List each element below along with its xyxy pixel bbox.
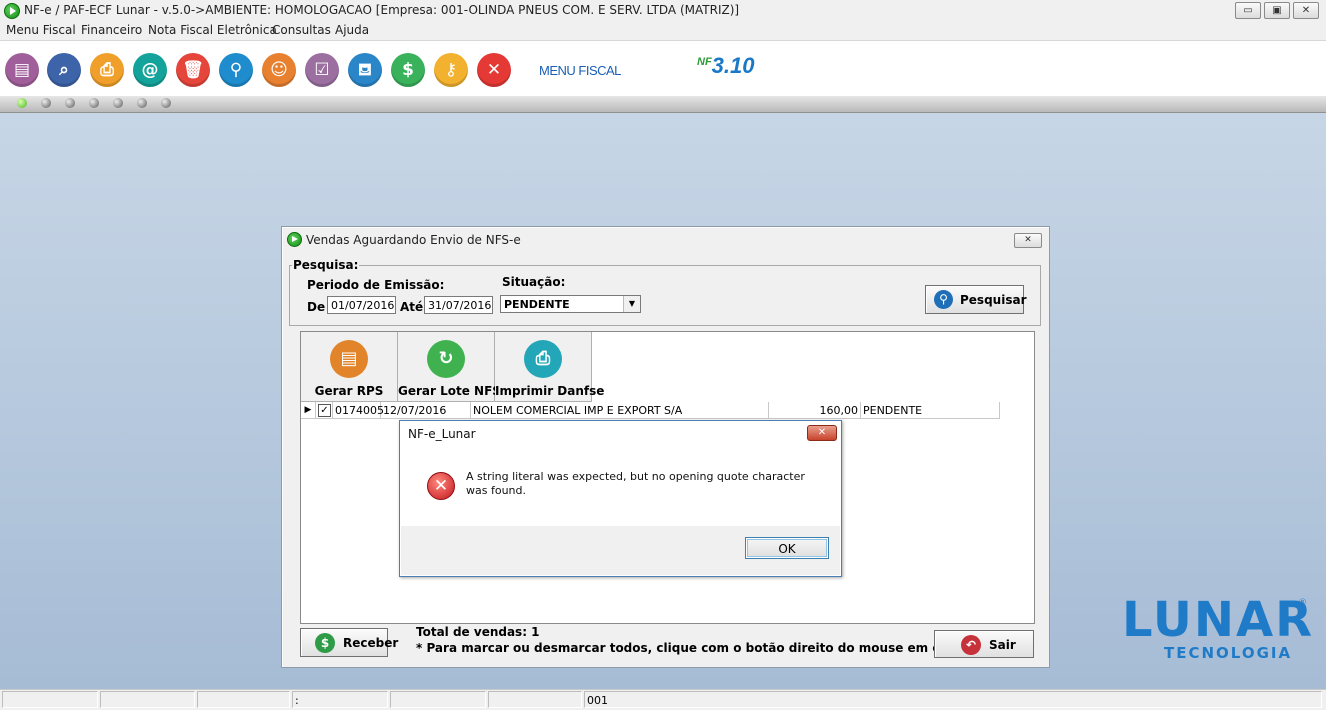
logo-main-text: LUNAR — [1122, 592, 1315, 648]
situacao-value: PENDENTE — [504, 298, 570, 311]
action-button-imprimir-danfse[interactable]: ⎙ Imprimir Danfse — [495, 332, 605, 402]
receber-label: Receber — [343, 636, 399, 650]
status-panel — [197, 691, 290, 708]
page-dot[interactable] — [17, 98, 27, 108]
exit-icon[interactable]: ✕ — [477, 53, 511, 87]
sair-label: Sair — [989, 638, 1016, 652]
title-bar: NF-e / PAF-ECF Lunar - v.5.0->AMBIENTE: … — [0, 0, 1326, 21]
check-icon: ✓ — [318, 404, 331, 417]
page-dot[interactable] — [137, 98, 147, 108]
search-document-icon[interactable]: ⌕ — [47, 53, 81, 87]
status-bar: : 001 — [0, 689, 1326, 710]
page-dot[interactable] — [89, 98, 99, 108]
vendas-close-button[interactable]: ✕ — [1014, 233, 1042, 248]
ok-button[interactable]: OK — [745, 537, 829, 559]
cell-situacao[interactable]: PENDENTE — [861, 402, 1000, 419]
nfe-badge: NF — [697, 56, 712, 68]
status-panel — [390, 691, 486, 708]
periodo-label: Periodo de Emissão: — [307, 278, 445, 292]
printer-icon[interactable]: ⎙ — [90, 53, 124, 87]
close-button[interactable]: ✕ — [1293, 2, 1319, 19]
dialog-close-button[interactable]: ✕ — [807, 425, 837, 441]
search-group-legend: Pesquisa: — [293, 258, 359, 272]
magnifier-icon[interactable]: ⚲ — [219, 53, 253, 87]
action-button-label: Imprimir Danfse — [495, 384, 605, 398]
page-dot[interactable] — [113, 98, 123, 108]
key-icon[interactable]: ⚷ — [434, 53, 468, 87]
cell-cliente[interactable]: NOLEM COMERCIAL IMP E EXPORT S/A — [471, 402, 769, 419]
row-checkbox[interactable]: ✓ — [316, 402, 333, 419]
action-button-label: Gerar Lote NFSe — [398, 384, 510, 398]
coins-icon[interactable]: $ — [391, 53, 425, 87]
menu-item-menu-fiscal[interactable]: Menu Fiscal — [6, 23, 76, 37]
menu-item-ajuda[interactable]: Ajuda — [335, 23, 369, 37]
exit-arrow-icon: ↶ — [961, 635, 981, 655]
sair-button[interactable]: ↶ Sair — [934, 630, 1034, 658]
menu-fiscal-label: MENU FISCAL — [539, 63, 621, 78]
window-app-icon — [287, 232, 302, 247]
status-panel — [488, 691, 582, 708]
money-icon: $ — [315, 633, 335, 653]
hint-text: * Para marcar ou desmarcar todos, clique… — [416, 641, 1023, 655]
vendas-window-title: Vendas Aguardando Envio de NFS-e — [306, 233, 521, 247]
toolbar: ▤ ⌕ ⎙ @ 🗑 ⚲ ☺ ☑ ⛾ $ ⚷ ✕ MENU FISCAL NF3.10 — [0, 40, 1326, 98]
pesquisar-button[interactable]: ⚲ Pesquisar — [925, 285, 1027, 314]
app-icon — [4, 3, 20, 19]
page-dot[interactable] — [41, 98, 51, 108]
action-button-gerar-rps[interactable]: ▤ Gerar RPS — [301, 332, 398, 402]
page-dot[interactable] — [65, 98, 75, 108]
action-button-label: Gerar RPS — [314, 384, 384, 398]
error-dialog: NF-e_Lunar ✕ ✕ A string literal was expe… — [399, 420, 842, 577]
status-panel — [2, 691, 98, 708]
nfe-version: 3.10 — [711, 53, 755, 78]
minimize-button[interactable]: ▭ — [1235, 2, 1261, 19]
nfe-document-icon[interactable]: ▤ — [5, 53, 39, 87]
rps-document-icon: ▤ — [330, 340, 368, 378]
situacao-label: Situação: — [502, 275, 566, 289]
cell-codigo[interactable]: 0174005 — [333, 402, 384, 419]
logo-sub-text: TECNOLOGIA — [1164, 644, 1293, 662]
page-dots-bar — [0, 96, 1326, 113]
action-button-gerar-lote-nfse[interactable]: ↻ Gerar Lote NFSe — [398, 332, 510, 402]
dialog-title: NF-e_Lunar — [408, 427, 476, 441]
email-icon[interactable]: @ — [133, 53, 167, 87]
ate-label: Até — [400, 300, 424, 314]
situacao-select[interactable]: PENDENTE ▼ — [500, 295, 641, 313]
basket-icon[interactable]: ⛾ — [348, 53, 382, 87]
row-indicator-icon: ▶ — [301, 402, 316, 419]
status-panel — [100, 691, 195, 708]
trash-icon[interactable]: 🗑 — [176, 53, 210, 87]
receber-button[interactable]: $ Receber — [300, 628, 398, 657]
logo-registered-mark: ® — [1298, 598, 1307, 608]
nfe-version-logo: NF3.10 — [697, 53, 755, 79]
menu-item-nota-fiscal-eletronica[interactable]: Nota Fiscal Eletrônica — [148, 23, 277, 37]
menu-item-financeiro[interactable]: Financeiro — [81, 23, 142, 37]
error-icon: ✕ — [427, 472, 455, 500]
menu-item-consultas[interactable]: Consultas — [272, 23, 331, 37]
ate-date-input[interactable]: 31/07/2016 — [424, 296, 493, 314]
de-date-input[interactable]: 01/07/2016 — [327, 296, 396, 314]
chevron-down-icon[interactable]: ▼ — [623, 296, 640, 312]
users-icon[interactable]: ☺ — [262, 53, 296, 87]
page-dot[interactable] — [161, 98, 171, 108]
search-icon: ⚲ — [934, 290, 953, 309]
dialog-message: A string literal was expected, but no op… — [466, 470, 805, 497]
pesquisar-label: Pesquisar — [960, 293, 1027, 307]
refresh-icon: ↻ — [427, 340, 465, 378]
restore-button[interactable]: ▣ — [1264, 2, 1290, 19]
lunar-logo: LUNAR TECNOLOGIA ® — [1122, 596, 1312, 666]
total-vendas: Total de vendas: 1 — [416, 625, 540, 639]
cell-valor[interactable]: 160,00 — [769, 402, 861, 419]
status-panel: : — [292, 691, 388, 708]
de-label: De — [307, 300, 326, 314]
cell-data[interactable]: 12/07/2016 — [381, 402, 471, 419]
window-title: NF-e / PAF-ECF Lunar - v.5.0->AMBIENTE: … — [24, 3, 740, 17]
menu-bar: Menu Fiscal Financeiro Nota Fiscal Eletr… — [0, 21, 1326, 40]
checklist-icon[interactable]: ☑ — [305, 53, 339, 87]
printer-icon: ⎙ — [524, 340, 562, 378]
status-panel: 001 — [584, 691, 1322, 708]
